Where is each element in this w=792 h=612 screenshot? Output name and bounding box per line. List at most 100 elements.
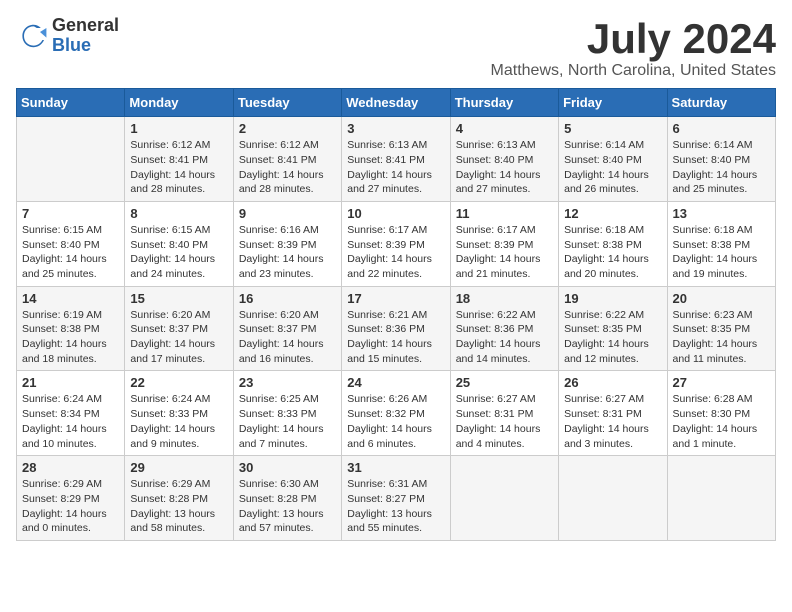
calendar-cell [17, 117, 125, 202]
day-number: 19 [564, 291, 661, 306]
day-header-thursday: Thursday [450, 89, 558, 117]
week-row-5: 28 Sunrise: 6:29 AMSunset: 8:29 PMDayligh… [17, 456, 776, 541]
day-number: 24 [347, 375, 444, 390]
calendar-cell: 8 Sunrise: 6:15 AMSunset: 8:40 PMDaylight… [125, 201, 233, 286]
day-number: 27 [673, 375, 770, 390]
calendar-cell: 22 Sunrise: 6:24 AMSunset: 8:33 PMDayligh… [125, 371, 233, 456]
day-info: Sunrise: 6:26 AMSunset: 8:32 PMDaylight:… [347, 392, 444, 451]
calendar-cell: 13Sunrise: 6:18 AMSunset: 8:38 PMDayligh… [667, 201, 775, 286]
calendar-cell: 18Sunrise: 6:22 AMSunset: 8:36 PMDayligh… [450, 286, 558, 371]
calendar-body: 1 Sunrise: 6:12 AMSunset: 8:41 PMDaylight… [17, 117, 776, 541]
day-info: Sunrise: 6:17 AMSunset: 8:39 PMDaylight:… [456, 223, 553, 282]
calendar-cell: 6 Sunrise: 6:14 AMSunset: 8:40 PMDaylight… [667, 117, 775, 202]
day-number: 8 [130, 206, 227, 221]
day-number: 31 [347, 460, 444, 475]
day-info: Sunrise: 6:15 AMSunset: 8:40 PMDaylight:… [130, 223, 227, 282]
day-number: 2 [239, 121, 336, 136]
day-info: Sunrise: 6:28 AMSunset: 8:30 PMDaylight:… [673, 392, 770, 451]
calendar-cell: 21 Sunrise: 6:24 AMSunset: 8:34 PMDayligh… [17, 371, 125, 456]
logo-icon [16, 20, 48, 52]
main-title: July 2024 [491, 16, 776, 62]
day-header-saturday: Saturday [667, 89, 775, 117]
day-info: Sunrise: 6:24 AMSunset: 8:34 PMDaylight:… [22, 392, 119, 451]
day-header-sunday: Sunday [17, 89, 125, 117]
day-number: 21 [22, 375, 119, 390]
day-header-monday: Monday [125, 89, 233, 117]
day-number: 5 [564, 121, 661, 136]
day-header-tuesday: Tuesday [233, 89, 341, 117]
calendar-cell: 23Sunrise: 6:25 AMSunset: 8:33 PMDayligh… [233, 371, 341, 456]
day-info: Sunrise: 6:27 AMSunset: 8:31 PMDaylight:… [564, 392, 661, 451]
logo-text: General Blue [52, 16, 119, 56]
day-number: 28 [22, 460, 119, 475]
week-row-1: 1 Sunrise: 6:12 AMSunset: 8:41 PMDaylight… [17, 117, 776, 202]
day-info: Sunrise: 6:24 AMSunset: 8:33 PMDaylight:… [130, 392, 227, 451]
day-number: 25 [456, 375, 553, 390]
day-info: Sunrise: 6:25 AMSunset: 8:33 PMDaylight:… [239, 392, 336, 451]
calendar-cell: 24 Sunrise: 6:26 AMSunset: 8:32 PMDayligh… [342, 371, 450, 456]
day-info: Sunrise: 6:15 AMSunset: 8:40 PMDaylight:… [22, 223, 119, 282]
day-info: Sunrise: 6:27 AMSunset: 8:31 PMDaylight:… [456, 392, 553, 451]
day-info: Sunrise: 6:18 AMSunset: 8:38 PMDaylight:… [673, 223, 770, 282]
day-info: Sunrise: 6:29 AMSunset: 8:29 PMDaylight:… [22, 477, 119, 536]
day-number: 6 [673, 121, 770, 136]
title-block: July 2024 Matthews, North Carolina, Unit… [491, 16, 776, 80]
day-number: 16 [239, 291, 336, 306]
day-number: 22 [130, 375, 227, 390]
calendar-cell [667, 456, 775, 541]
day-number: 12 [564, 206, 661, 221]
logo: General Blue [16, 16, 119, 56]
calendar-cell: 28 Sunrise: 6:29 AMSunset: 8:29 PMDayligh… [17, 456, 125, 541]
calendar-cell: 30 Sunrise: 6:30 AMSunset: 8:28 PMDayligh… [233, 456, 341, 541]
calendar-cell: 29Sunrise: 6:29 AMSunset: 8:28 PMDayligh… [125, 456, 233, 541]
week-row-2: 7 Sunrise: 6:15 AMSunset: 8:40 PMDaylight… [17, 201, 776, 286]
calendar-cell: 5Sunrise: 6:14 AMSunset: 8:40 PMDaylight… [559, 117, 667, 202]
day-info: Sunrise: 6:19 AMSunset: 8:38 PMDaylight:… [22, 308, 119, 367]
calendar-cell: 19Sunrise: 6:22 AMSunset: 8:35 PMDayligh… [559, 286, 667, 371]
day-info: Sunrise: 6:30 AMSunset: 8:28 PMDaylight:… [239, 477, 336, 536]
calendar-cell: 2Sunrise: 6:12 AMSunset: 8:41 PMDaylight… [233, 117, 341, 202]
day-number: 1 [130, 121, 227, 136]
day-info: Sunrise: 6:31 AMSunset: 8:27 PMDaylight:… [347, 477, 444, 536]
day-info: Sunrise: 6:21 AMSunset: 8:36 PMDaylight:… [347, 308, 444, 367]
day-number: 7 [22, 206, 119, 221]
calendar-cell [450, 456, 558, 541]
day-number: 29 [130, 460, 227, 475]
day-number: 10 [347, 206, 444, 221]
calendar-cell: 31 Sunrise: 6:31 AMSunset: 8:27 PMDayligh… [342, 456, 450, 541]
day-info: Sunrise: 6:17 AMSunset: 8:39 PMDaylight:… [347, 223, 444, 282]
day-info: Sunrise: 6:20 AMSunset: 8:37 PMDaylight:… [239, 308, 336, 367]
calendar-cell: 3 Sunrise: 6:13 AMSunset: 8:41 PMDaylight… [342, 117, 450, 202]
calendar-cell: 4Sunrise: 6:13 AMSunset: 8:40 PMDaylight… [450, 117, 558, 202]
subtitle: Matthews, North Carolina, United States [491, 62, 776, 80]
day-number: 14 [22, 291, 119, 306]
day-number: 3 [347, 121, 444, 136]
calendar-cell: 17Sunrise: 6:21 AMSunset: 8:36 PMDayligh… [342, 286, 450, 371]
calendar-cell: 11Sunrise: 6:17 AMSunset: 8:39 PMDayligh… [450, 201, 558, 286]
day-info: Sunrise: 6:18 AMSunset: 8:38 PMDaylight:… [564, 223, 661, 282]
day-header-wednesday: Wednesday [342, 89, 450, 117]
day-header-row: SundayMondayTuesdayWednesdayThursdayFrid… [17, 89, 776, 117]
day-number: 15 [130, 291, 227, 306]
day-number: 20 [673, 291, 770, 306]
calendar-cell: 15Sunrise: 6:20 AMSunset: 8:37 PMDayligh… [125, 286, 233, 371]
calendar-cell: 16 Sunrise: 6:20 AMSunset: 8:37 PMDayligh… [233, 286, 341, 371]
calendar-cell: 12 Sunrise: 6:18 AMSunset: 8:38 PMDayligh… [559, 201, 667, 286]
page-header: General Blue July 2024 Matthews, North C… [16, 16, 776, 80]
week-row-4: 21 Sunrise: 6:24 AMSunset: 8:34 PMDayligh… [17, 371, 776, 456]
calendar-cell: 14 Sunrise: 6:19 AMSunset: 8:38 PMDayligh… [17, 286, 125, 371]
day-number: 26 [564, 375, 661, 390]
calendar-cell: 9Sunrise: 6:16 AMSunset: 8:39 PMDaylight… [233, 201, 341, 286]
calendar-cell: 26 Sunrise: 6:27 AMSunset: 8:31 PMDayligh… [559, 371, 667, 456]
day-info: Sunrise: 6:12 AMSunset: 8:41 PMDaylight:… [130, 138, 227, 197]
day-number: 30 [239, 460, 336, 475]
calendar-cell: 10 Sunrise: 6:17 AMSunset: 8:39 PMDayligh… [342, 201, 450, 286]
calendar: SundayMondayTuesdayWednesdayThursdayFrid… [16, 88, 776, 541]
calendar-cell: 7 Sunrise: 6:15 AMSunset: 8:40 PMDaylight… [17, 201, 125, 286]
calendar-cell: 1 Sunrise: 6:12 AMSunset: 8:41 PMDaylight… [125, 117, 233, 202]
calendar-header: SundayMondayTuesdayWednesdayThursdayFrid… [17, 89, 776, 117]
day-info: Sunrise: 6:13 AMSunset: 8:41 PMDaylight:… [347, 138, 444, 197]
day-info: Sunrise: 6:14 AMSunset: 8:40 PMDaylight:… [673, 138, 770, 197]
day-number: 9 [239, 206, 336, 221]
day-info: Sunrise: 6:13 AMSunset: 8:40 PMDaylight:… [456, 138, 553, 197]
